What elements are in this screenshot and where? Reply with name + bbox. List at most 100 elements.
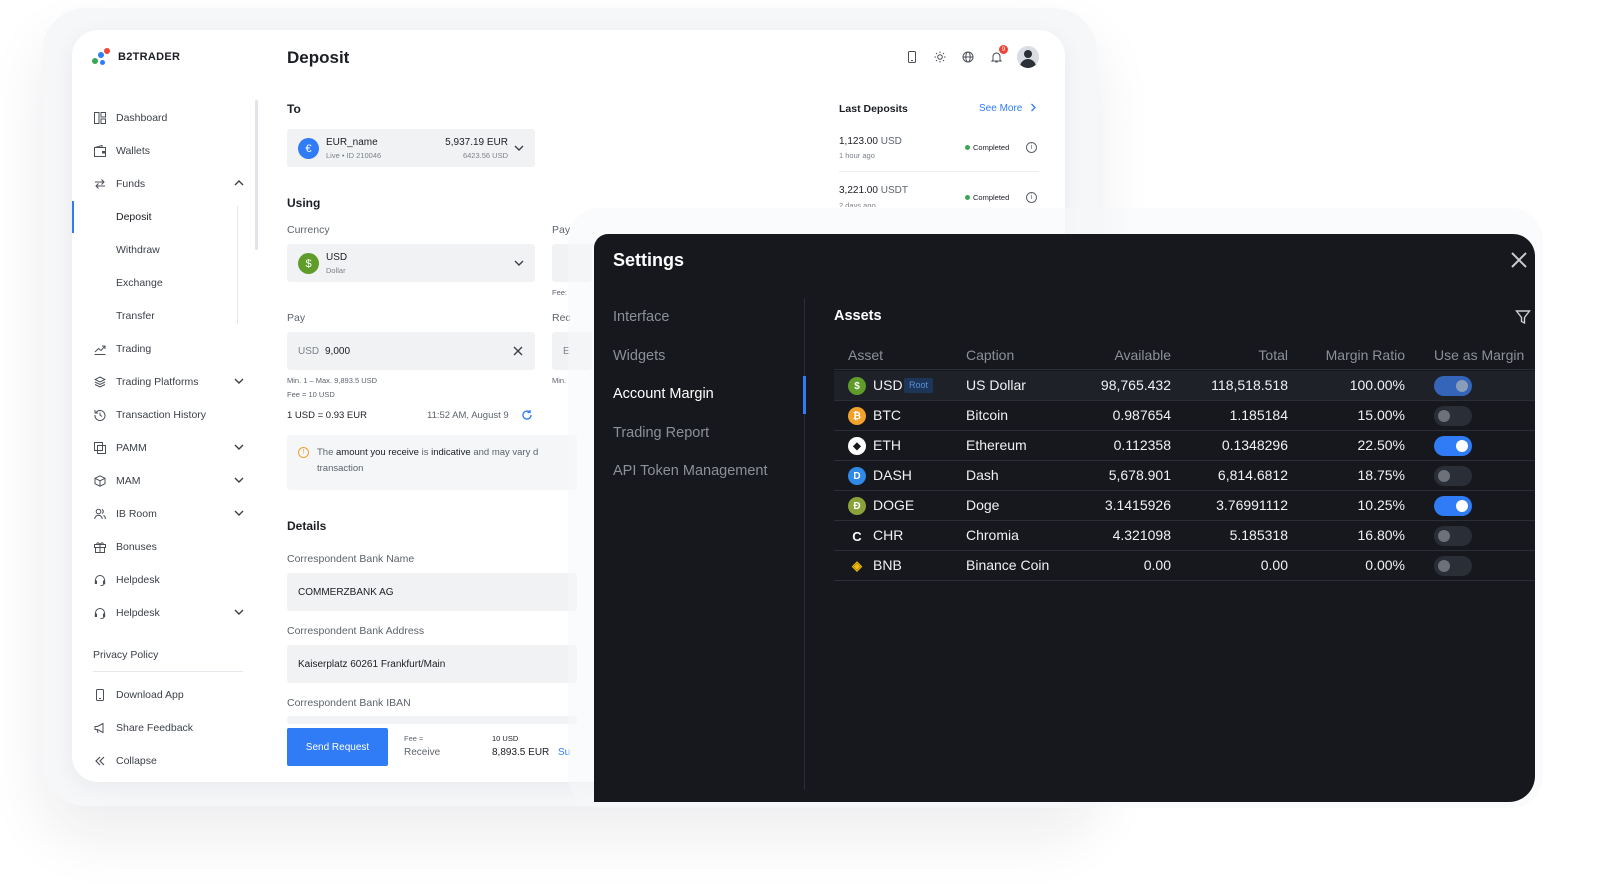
use-as-margin-toggle[interactable] — [1434, 436, 1472, 456]
asset-caption: Ethereum — [966, 437, 1027, 453]
pay-fee: Fee = 10 USD — [287, 390, 335, 399]
deposit-amount: 3,221.00 USDT — [839, 185, 908, 196]
column-header-asset: Asset — [848, 347, 884, 363]
phone-icon[interactable] — [905, 50, 919, 64]
use-as-margin-toggle[interactable] — [1434, 556, 1472, 576]
menu-item-account-margin[interactable]: Account Margin — [613, 386, 714, 402]
sidebar-item-dashboard[interactable]: Dashboard — [93, 107, 245, 129]
fee-value: 10 USD — [492, 734, 519, 743]
chevron-down-icon[interactable] — [233, 375, 245, 387]
user-avatar[interactable] — [1017, 46, 1039, 68]
download-app-link[interactable]: Download App — [93, 684, 245, 706]
right-fee-label: Fee: — [552, 288, 568, 297]
sidebar-item-trading-platforms[interactable]: Trading Platforms — [93, 371, 245, 393]
privacy-policy-link[interactable]: Privacy Policy — [93, 649, 158, 661]
sidebar-item-pamm[interactable]: PAMM — [93, 437, 245, 459]
send-request-button[interactable]: Send Request — [287, 728, 388, 766]
bank-name-field[interactable]: COMMERZBANK AG — [287, 573, 577, 611]
column-header-use-as-margin: Use as Margin — [1434, 347, 1525, 363]
sidebar-subitem-deposit[interactable]: Deposit — [116, 211, 152, 223]
chevron-down-icon[interactable] — [233, 441, 245, 453]
receive-value: 8,893.5 EUR — [492, 747, 550, 758]
sidebar-item-trading[interactable]: Trading — [93, 338, 245, 360]
sidebar-item-label: PAMM — [116, 442, 147, 454]
asset-row-chr[interactable]: C CHR Chromia 4.321098 5.185318 16.80% — [834, 521, 1535, 551]
to-account-select[interactable]: € EUR_name Live • ID 210046 5,937.19 EUR… — [287, 129, 535, 167]
chevron-down-icon[interactable] — [233, 474, 245, 486]
sidebar-subitem-exchange[interactable]: Exchange — [116, 277, 163, 289]
asset-row-bnb[interactable]: ◈ BNB Binance Coin 0.00 0.00 0.00% — [834, 551, 1535, 581]
sidebar-item-transaction-history[interactable]: Transaction History — [93, 404, 245, 426]
chevron-up-icon[interactable] — [233, 177, 245, 189]
sidebar-item-label: Bonuses — [116, 541, 157, 553]
asset-available: 0.112358 — [1113, 437, 1171, 453]
asset-row-dash[interactable]: D DASH Dash 5,678.901 6,814.6812 18.75% — [834, 461, 1535, 491]
toggle-knob — [1456, 380, 1468, 392]
sidebar-item-wallets[interactable]: Wallets — [93, 140, 245, 162]
sidebar-item-helpdesk-2[interactable]: Helpdesk — [93, 602, 245, 624]
asset-available: 5,678.901 — [1108, 467, 1171, 483]
menu-item-trading-report[interactable]: Trading Report — [613, 425, 709, 441]
sun-icon[interactable] — [933, 50, 947, 64]
asset-code: USD — [873, 377, 903, 393]
menu-item-api-token-management[interactable]: API Token Management — [613, 463, 768, 479]
sidebar-item-bonuses[interactable]: Bonuses — [93, 536, 245, 558]
menu-item-interface[interactable]: Interface — [613, 309, 669, 325]
info-icon[interactable]: i — [1026, 192, 1037, 203]
pay-amount-input[interactable]: USD 9,000 — [287, 332, 535, 370]
use-as-margin-toggle[interactable] — [1434, 496, 1472, 516]
sidebar-item-ib-room[interactable]: IB Room — [93, 503, 245, 525]
collapse-sidebar-button[interactable]: Collapse — [93, 750, 245, 772]
collapse-label: Collapse — [116, 755, 157, 767]
use-as-margin-toggle[interactable] — [1434, 466, 1472, 486]
settings-modal: Settings Interface Widgets Account Margi… — [594, 234, 1535, 802]
assets-table-header — [834, 340, 1535, 370]
history-icon — [93, 408, 107, 422]
pay-label: Pay — [287, 312, 306, 324]
share-feedback-link[interactable]: Share Feedback — [93, 717, 245, 739]
status-badge: Completed — [965, 193, 1009, 202]
info-icon[interactable]: i — [1026, 142, 1037, 153]
globe-icon[interactable] — [961, 50, 975, 64]
asset-row-doge[interactable]: Ð DOGE Doge 3.1415926 3.76991112 10.25% — [834, 491, 1535, 521]
sidebar-item-funds[interactable]: Funds — [93, 173, 245, 195]
sidebar-scrollbar[interactable] — [255, 100, 258, 250]
use-as-margin-toggle[interactable] — [1434, 376, 1472, 396]
menu-item-widgets[interactable]: Widgets — [613, 348, 665, 364]
asset-available: 0.00 — [1143, 557, 1171, 573]
brand-logo[interactable]: B2TRADER — [92, 48, 180, 66]
sidebar-item-helpdesk[interactable]: Helpdesk — [93, 569, 245, 591]
sidebar-subitem-transfer[interactable]: Transfer — [116, 310, 155, 322]
asset-row-eth[interactable]: ◆ ETH Ethereum 0.112358 0.1348296 22.50% — [834, 431, 1535, 461]
refresh-icon[interactable] — [521, 409, 533, 421]
currency-select[interactable]: $ USD Dollar — [287, 244, 535, 282]
see-more-link[interactable]: See More — [979, 103, 1037, 114]
deposit-currency: USD — [880, 136, 902, 147]
bank-iban-field[interactable] — [287, 716, 577, 724]
filter-icon[interactable] — [1515, 309, 1531, 325]
chevron-down-icon[interactable] — [233, 606, 245, 618]
deposit-amount-value: 3,221.00 — [839, 185, 878, 196]
sidebar-subitem-withdraw[interactable]: Withdraw — [116, 244, 160, 256]
bank-address-label: Correspondent Bank Address — [287, 625, 425, 637]
asset-row-btc[interactable]: ₿ BTC Bitcoin 0.987654 1.185184 15.00% — [834, 401, 1535, 431]
close-icon[interactable] — [1507, 248, 1531, 272]
notice-part: and may vary d — [470, 447, 539, 458]
asset-margin-ratio: 100.00% — [1349, 377, 1405, 393]
use-as-margin-toggle[interactable] — [1434, 526, 1472, 546]
clear-icon[interactable] — [512, 345, 524, 357]
status-label: Completed — [973, 193, 1010, 202]
bell-icon[interactable]: 9 — [989, 45, 1008, 64]
to-account-sub: Live • ID 210046 — [326, 151, 382, 160]
to-section-title: To — [287, 102, 301, 116]
chevron-down-icon[interactable] — [233, 507, 245, 519]
asset-caption: Bitcoin — [966, 407, 1009, 423]
dashboard-icon — [93, 111, 107, 125]
sidebar-item-mam[interactable]: MAM — [93, 470, 245, 492]
asset-caption: US Dollar — [966, 377, 1026, 393]
toggle-knob — [1438, 470, 1450, 482]
asset-row-usd[interactable]: $ USD Root US Dollar 98,765.432 118,518.… — [834, 371, 1535, 401]
notice-part: is — [418, 447, 432, 458]
bank-address-field[interactable]: Kaiserplatz 60261 Frankfurt/Main — [287, 645, 577, 683]
use-as-margin-toggle[interactable] — [1434, 406, 1472, 426]
